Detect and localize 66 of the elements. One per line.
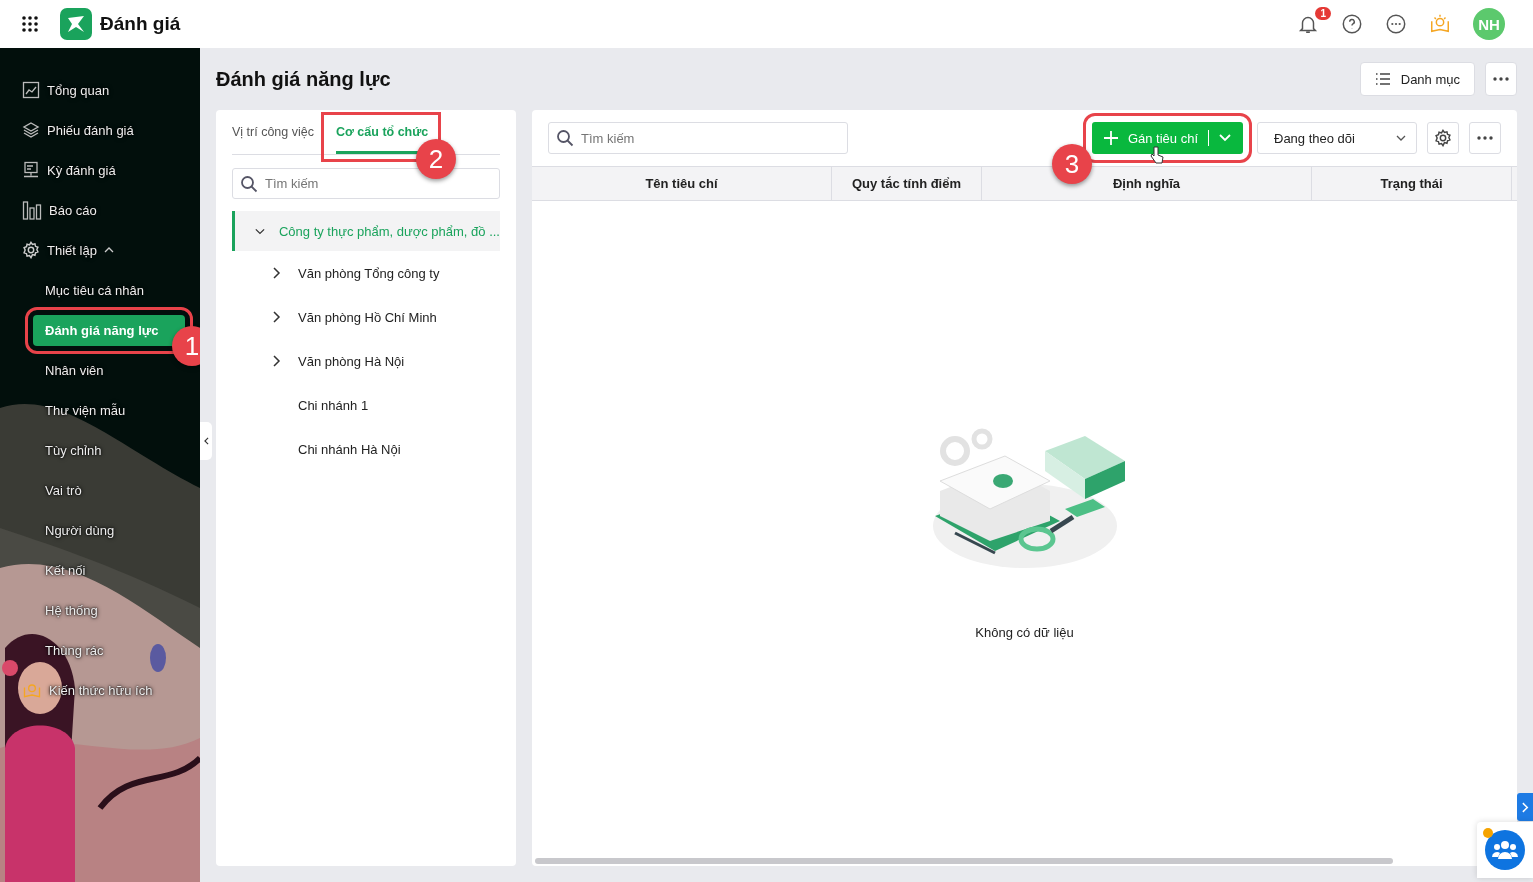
search-field[interactable]: Tìm kiếm bbox=[232, 168, 500, 199]
tab[interactable]: Vị trí công việc bbox=[232, 125, 314, 154]
sidebar-subitem[interactable]: Thư viện mẫu bbox=[33, 394, 185, 426]
sidebar-item-label: Phiếu đánh giá bbox=[47, 122, 134, 138]
sidebar-item[interactable]: Tổng quan bbox=[0, 70, 200, 110]
app-logo-icon bbox=[60, 8, 92, 40]
empty-message: Không có dữ liệu bbox=[975, 625, 1074, 640]
chevron-down-icon bbox=[1219, 134, 1231, 142]
tree-node[interactable]: Văn phòng Hà Nội bbox=[232, 339, 500, 383]
app-title: Đánh giá bbox=[100, 13, 181, 35]
tree-node[interactable]: Văn phòng Tổng công ty bbox=[232, 251, 500, 295]
sidebar-item-label: Báo cáo bbox=[49, 202, 97, 218]
settings-icon bbox=[1434, 129, 1452, 147]
apps-grid-icon[interactable] bbox=[22, 16, 38, 32]
sidebar-item[interactable]: Kỳ đánh giá bbox=[0, 150, 200, 190]
bar-chart-icon bbox=[22, 200, 42, 220]
sidebar-item[interactable]: Phiếu đánh giá bbox=[0, 110, 200, 150]
step-number: 2 bbox=[416, 139, 456, 179]
chevron-down-icon bbox=[1396, 135, 1406, 141]
horizontal-scrollbar[interactable] bbox=[535, 858, 1393, 864]
settings-button[interactable] bbox=[1427, 122, 1459, 154]
sidebar-item-label: Kỳ đánh giá bbox=[47, 162, 116, 178]
status-dot bbox=[1483, 828, 1493, 838]
sidebar-item-label: Tổng quan bbox=[47, 82, 110, 98]
sidebar-subitem[interactable]: Kết nối bbox=[33, 554, 185, 586]
column-header: Quy tắc tính điểm bbox=[832, 167, 982, 200]
sidebar-subitem[interactable]: Tùy chỉnh bbox=[33, 434, 185, 466]
collapse-handle[interactable] bbox=[200, 422, 212, 460]
column-header: Tên tiêu chí bbox=[532, 167, 832, 200]
chat-icon[interactable] bbox=[1385, 13, 1407, 35]
tree-node[interactable]: Văn phòng Hồ Chí Minh bbox=[232, 295, 500, 339]
support-widget[interactable] bbox=[1477, 822, 1533, 878]
tree-node[interactable]: Chi nhánh Hà Nội bbox=[232, 427, 500, 471]
expand-handle[interactable] bbox=[1517, 793, 1533, 821]
sidebar-item[interactable]: Thiết lập bbox=[0, 230, 200, 270]
pointer-cursor-icon bbox=[1149, 146, 1164, 164]
sidebar-subitem[interactable]: Người dùng bbox=[33, 514, 185, 546]
page-title: Đánh giá năng lực bbox=[216, 67, 391, 91]
chevron-left-icon bbox=[203, 437, 209, 445]
search-field[interactable]: Tìm kiếm bbox=[548, 122, 848, 154]
sidebar-subitem[interactable]: Mục tiêu cá nhân bbox=[33, 274, 185, 306]
help-icon[interactable] bbox=[1341, 13, 1363, 35]
sidebar-item[interactable]: Báo cáo bbox=[0, 190, 200, 230]
sidebar-item-label: Thiết lập bbox=[47, 242, 97, 258]
notification-badge: 1 bbox=[1315, 7, 1331, 20]
more-button[interactable] bbox=[1485, 62, 1517, 96]
more-button[interactable] bbox=[1469, 122, 1501, 154]
chart-icon bbox=[22, 81, 40, 99]
plus-icon bbox=[1103, 131, 1118, 145]
tree-node[interactable]: Chi nhánh 1 bbox=[232, 383, 500, 427]
category-button[interactable]: Danh mục bbox=[1359, 62, 1475, 96]
layers-icon bbox=[22, 121, 40, 139]
chevron-icon[interactable] bbox=[270, 267, 282, 279]
chevron-icon[interactable] bbox=[254, 226, 266, 236]
chevron-icon[interactable] bbox=[270, 311, 282, 323]
chevron-icon[interactable] bbox=[270, 355, 282, 367]
sidebar-subitem[interactable]: Vai trò bbox=[33, 474, 185, 506]
people-group-icon bbox=[1485, 830, 1525, 870]
column-header: Trạng thái bbox=[1312, 167, 1512, 200]
status-filter-dropdown[interactable]: Đang theo dõi bbox=[1257, 122, 1417, 154]
more-icon bbox=[1493, 77, 1509, 81]
chevron-right-icon bbox=[1521, 801, 1529, 813]
more-icon bbox=[1477, 136, 1493, 140]
monitor-icon bbox=[22, 161, 40, 179]
list-icon bbox=[1374, 72, 1391, 86]
settings-icon bbox=[22, 241, 40, 259]
